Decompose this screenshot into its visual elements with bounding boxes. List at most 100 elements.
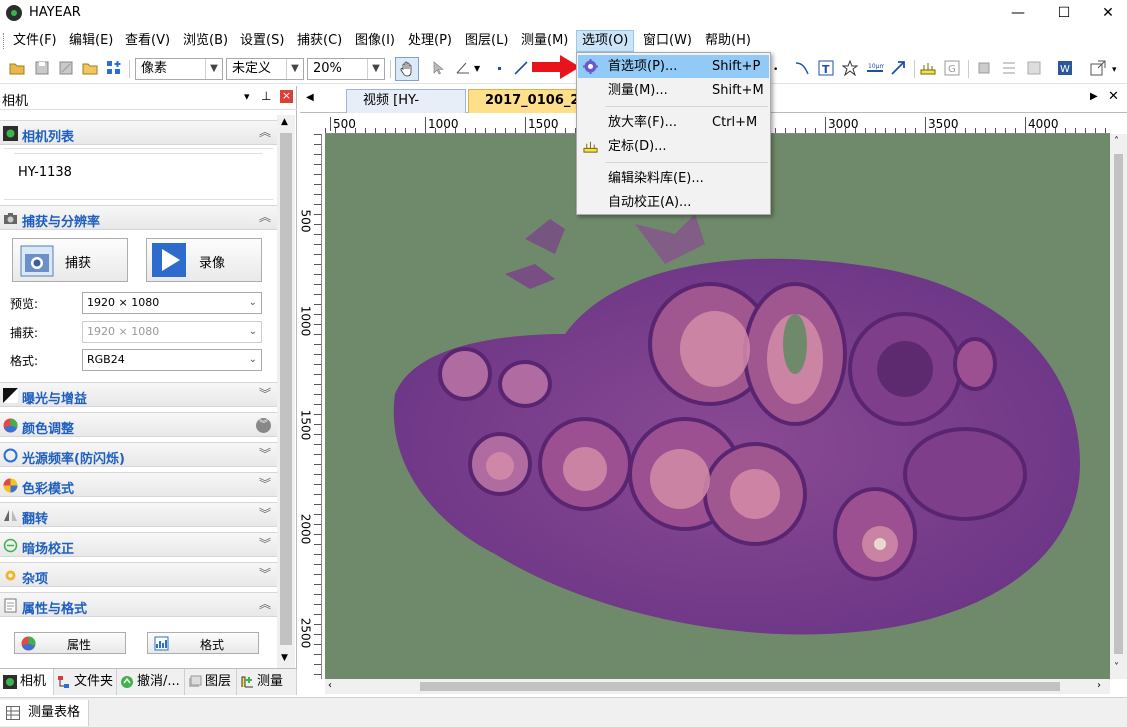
calibration-icon[interactable] [920, 60, 936, 76]
record-button[interactable]: 录像 [146, 238, 262, 282]
minimize-button[interactable]: — [995, 0, 1041, 26]
snap-button[interactable]: 捕获 [12, 238, 128, 282]
tab-undo[interactable]: 撤消/... [117, 669, 185, 695]
format-select[interactable]: RGB24 ⌄ [82, 349, 262, 371]
scroll-up-icon[interactable]: ˄ [1114, 136, 1119, 147]
vertical-scrollbar[interactable]: ˄ ˅ [1110, 134, 1127, 679]
collapse-icon[interactable]: ︽ [259, 595, 271, 612]
menu-measure[interactable]: 测量(M) [516, 30, 573, 52]
section-capture[interactable]: 捕获与分辨率 ︽ [0, 205, 277, 230]
expand-icon[interactable]: ︾ [259, 535, 271, 552]
save-icon[interactable] [34, 60, 50, 76]
panel-close-button[interactable]: × [280, 90, 293, 103]
scroll-thumb[interactable] [1114, 154, 1123, 654]
word-export-icon[interactable]: W [1057, 60, 1073, 76]
tab-measure[interactable]: 测量 [237, 669, 297, 695]
tab-layers[interactable]: 图层 [185, 669, 237, 695]
menu-help[interactable]: 帮助(H) [700, 30, 756, 52]
tab-folder[interactable]: 文件夹 [54, 669, 117, 695]
open-file-icon[interactable] [9, 60, 25, 76]
arrow-tool-icon[interactable] [890, 60, 906, 76]
chevron-down-icon[interactable]: • [773, 60, 783, 76]
zoom-combo[interactable]: 20% ▼ [307, 58, 385, 80]
curve-tool-icon[interactable] [794, 60, 810, 76]
text-tool-icon[interactable]: T [818, 60, 834, 76]
scroll-down-icon[interactable]: ▼ [281, 653, 288, 663]
expand-icon[interactable]: ︾ [259, 385, 271, 402]
menu-layer[interactable]: 图层(L) [460, 30, 513, 52]
tab-video[interactable]: 视频 [HY-1138 ] [346, 89, 466, 130]
close-window-button[interactable]: ✕ [1085, 0, 1127, 26]
panel-menu-icon[interactable]: ▾ [244, 90, 250, 103]
tab-image[interactable]: 2017_0106_23 [468, 89, 583, 113]
scroll-thumb[interactable] [280, 133, 292, 645]
measurement-table-tab[interactable]: 测量表格 [0, 700, 90, 726]
angle-tool-icon[interactable] [455, 60, 471, 76]
scale-bar-icon[interactable]: 10μm [866, 60, 884, 76]
horizontal-scrollbar[interactable]: ‹ › [325, 679, 1110, 694]
tab-scroll-left-icon[interactable]: ◀ [306, 92, 314, 103]
preview-resolution-select[interactable]: 1920 × 1080 ⌄ [82, 292, 262, 314]
menu-process[interactable]: 处理(P) [403, 30, 457, 52]
menu-settings[interactable]: 设置(S) [235, 30, 289, 52]
menu-file[interactable]: 文件(F) [8, 30, 62, 52]
collapse-icon[interactable]: ︽ [259, 123, 271, 140]
scroll-left-icon[interactable]: ‹ [328, 680, 332, 691]
new-window-icon[interactable] [1090, 60, 1106, 76]
folder-icon[interactable] [82, 60, 98, 76]
menu-item-auto-correct[interactable]: 自动校正(A)... [578, 191, 769, 214]
tab-scroll-right-icon[interactable]: ▶ [1090, 91, 1098, 102]
star-icon[interactable] [842, 60, 858, 76]
maximize-button[interactable]: ☐ [1041, 0, 1087, 26]
menu-window[interactable]: 窗口(W) [638, 30, 697, 52]
section-camera-list[interactable]: 相机列表 ︽ [0, 120, 277, 145]
menu-item-calibration[interactable]: 定标(D)... [578, 135, 769, 158]
section-color-mode[interactable]: 色彩模式 ︾ [0, 472, 277, 497]
camera-item[interactable]: HY-1138 [18, 165, 72, 180]
menu-browse[interactable]: 浏览(B) [178, 30, 233, 52]
scroll-right-icon[interactable]: › [1097, 680, 1101, 691]
menu-item-measure[interactable]: 测量(M)... Shift+M [578, 79, 769, 102]
menu-item-preferences[interactable]: 首选项(P)... Shift+P [578, 55, 769, 78]
expand-icon[interactable]: ︾ [256, 418, 271, 433]
section-dark-field[interactable]: 暗场校正 ︾ [0, 532, 277, 557]
expand-icon[interactable]: ︾ [259, 565, 271, 582]
g-box-icon[interactable]: G [944, 60, 960, 76]
section-light-frequency[interactable]: 光源频率(防闪烁) ︾ [0, 442, 277, 467]
section-flip[interactable]: 翻转 ︾ [0, 502, 277, 527]
menu-capture[interactable]: 捕获(C) [292, 30, 347, 52]
section-misc[interactable]: 杂项 ︾ [0, 562, 277, 587]
pin-icon[interactable]: ⊥ [261, 89, 271, 103]
format-button[interactable]: 格式 [147, 632, 259, 654]
section-exposure[interactable]: 曝光与增益 ︾ [0, 382, 277, 407]
menu-item-edit-dyes[interactable]: 编辑染料库(E)... [578, 167, 769, 190]
menu-image[interactable]: 图像(I) [350, 30, 400, 52]
menu-edit[interactable]: 编辑(E) [64, 30, 118, 52]
align-icon[interactable] [1001, 60, 1017, 76]
line-tool-icon[interactable] [513, 60, 529, 76]
expand-icon[interactable]: ︾ [259, 505, 271, 522]
close-document-icon[interactable]: ✕ [1108, 89, 1119, 104]
menu-item-magnification[interactable]: 放大率(F)... Ctrl+M [578, 111, 769, 134]
collapse-icon[interactable]: ︽ [259, 208, 271, 225]
section-color-adjust[interactable]: 颜色调整 ︾ [0, 412, 277, 437]
layers-icon[interactable] [976, 60, 992, 76]
menu-view[interactable]: 查看(V) [120, 30, 175, 52]
toolbar-overflow-icon[interactable]: ▾ [1112, 65, 1117, 75]
export-icon[interactable] [1026, 60, 1042, 76]
scroll-down-icon[interactable]: ˅ [1114, 662, 1119, 673]
scroll-up-icon[interactable]: ▲ [281, 117, 288, 127]
point-tool-icon[interactable] [491, 60, 507, 76]
menu-options[interactable]: 选项(O) [576, 30, 635, 52]
save-all-icon[interactable] [58, 60, 74, 76]
grid-add-icon[interactable] [106, 60, 122, 76]
section-properties[interactable]: 属性与格式 ︽ [0, 592, 277, 617]
microscope-image[interactable] [325, 134, 1110, 679]
pan-tool-button[interactable] [395, 57, 419, 81]
unit-combo[interactable]: 像素 ▼ [135, 58, 223, 80]
panel-scrollbar[interactable]: ▲ ▼ [277, 115, 295, 668]
expand-icon[interactable]: ︾ [259, 475, 271, 492]
properties-button[interactable]: 属性 [14, 632, 126, 654]
calibration-combo[interactable]: 未定义 ▼ [226, 58, 304, 80]
tab-camera[interactable]: 相机 [0, 669, 54, 695]
